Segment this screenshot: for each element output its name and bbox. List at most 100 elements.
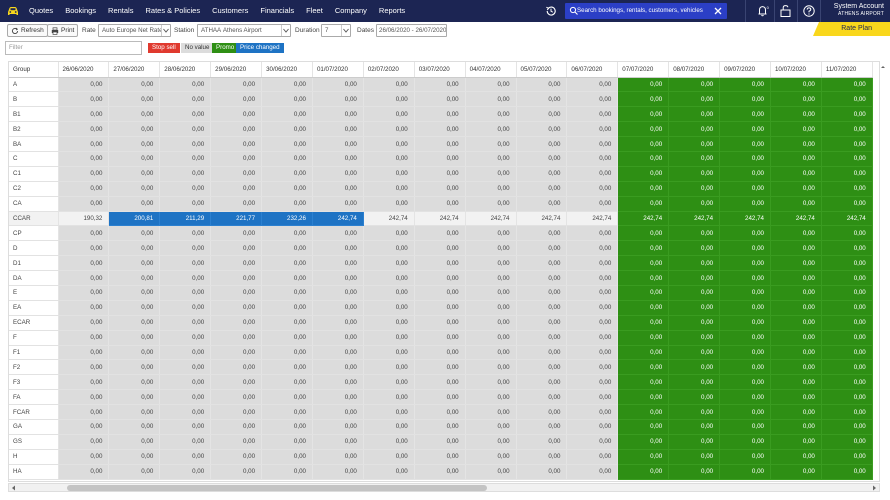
rate-cell[interactable]: 0,00 [363, 91, 415, 108]
rate-cell[interactable]: 0,00 [668, 359, 721, 376]
rate-cell[interactable]: 0,00 [668, 77, 721, 93]
rate-cell[interactable]: 0,00 [668, 255, 721, 272]
rate-cell[interactable]: 0,00 [414, 464, 466, 480]
rate-cell[interactable]: 0,00 [312, 106, 364, 123]
rate-cell[interactable]: 0,00 [312, 374, 364, 391]
rate-cell[interactable]: 0,00 [312, 270, 364, 286]
rate-cell[interactable]: 0,00 [58, 434, 110, 450]
rate-cell[interactable]: 0,00 [363, 121, 415, 138]
date-column-header[interactable]: 04/07/2020 [465, 62, 517, 78]
nav-rates-policies[interactable]: Rates & Policies [145, 0, 200, 22]
rate-cell[interactable]: 0,00 [719, 345, 771, 361]
rate-cell[interactable]: 0,00 [668, 285, 721, 301]
rate-cell[interactable]: 0,00 [770, 270, 822, 286]
rate-cell[interactable]: 0,00 [363, 240, 415, 257]
rate-cell[interactable]: 0,00 [668, 136, 721, 152]
rate-cell[interactable]: 0,00 [58, 196, 110, 212]
rate-cell[interactable]: 0,00 [719, 240, 771, 257]
rate-cell[interactable]: 0,00 [617, 359, 670, 376]
rate-cell[interactable]: 0,00 [821, 345, 873, 361]
rate-cell[interactable]: 0,00 [414, 300, 466, 316]
rate-cell[interactable]: 0,00 [821, 270, 873, 286]
rate-cell[interactable]: 0,00 [821, 315, 873, 331]
date-column-header[interactable]: 10/07/2020 [770, 62, 822, 78]
rate-cell[interactable]: 0,00 [261, 181, 313, 197]
rate-cell[interactable]: 0,00 [261, 300, 313, 316]
rate-cell[interactable]: 0,00 [719, 419, 771, 435]
rate-cell[interactable]: 0,00 [108, 196, 161, 212]
rate-cell[interactable]: 0,00 [516, 225, 568, 242]
rate-cell[interactable]: 0,00 [719, 121, 771, 138]
rate-cell[interactable]: 0,00 [414, 270, 466, 286]
rate-cell[interactable]: 0,00 [210, 151, 263, 167]
rate-cell[interactable]: 0,00 [58, 330, 110, 346]
rate-cell[interactable]: 0,00 [363, 270, 415, 286]
rate-cell[interactable]: 0,00 [312, 166, 364, 182]
nav-reports[interactable]: Reports [379, 0, 405, 22]
rate-cell[interactable]: 0,00 [566, 434, 619, 450]
rate-cell[interactable]: 0,00 [210, 434, 263, 450]
rate-cell[interactable]: 0,00 [516, 374, 568, 391]
rate-cell[interactable]: 0,00 [566, 419, 619, 435]
rate-cell[interactable]: 0,00 [770, 196, 822, 212]
rate-cell[interactable]: 242,74 [821, 211, 873, 227]
rate-cell[interactable]: 0,00 [668, 91, 721, 108]
rate-cell[interactable]: 0,00 [210, 225, 263, 242]
rate-cell[interactable]: 0,00 [516, 181, 568, 197]
rate-cell[interactable]: 0,00 [159, 77, 212, 93]
rate-cell[interactable]: 0,00 [414, 404, 466, 420]
rate-cell[interactable]: 0,00 [566, 464, 619, 480]
rate-cell[interactable]: 0,00 [414, 330, 466, 346]
rate-cell[interactable]: 0,00 [363, 166, 415, 182]
rate-cell[interactable]: 0,00 [261, 359, 313, 376]
rate-cell[interactable]: 0,00 [261, 151, 313, 167]
rate-cell[interactable]: 0,00 [516, 285, 568, 301]
rate-cell[interactable]: 0,00 [719, 196, 771, 212]
rate-cell[interactable]: 0,00 [159, 449, 212, 465]
rate-cell[interactable]: 0,00 [58, 270, 110, 286]
rate-cell[interactable]: 0,00 [617, 285, 670, 301]
account-menu[interactable]: System Account ATHENS AIRPORT [834, 3, 884, 18]
rate-cell[interactable]: 0,00 [770, 121, 822, 138]
rate-cell[interactable]: 0,00 [312, 404, 364, 420]
rate-cell[interactable]: 0,00 [210, 240, 263, 257]
rate-cell[interactable]: 0,00 [210, 91, 263, 108]
rate-cell[interactable]: 0,00 [210, 106, 263, 123]
rate-cell[interactable]: 0,00 [58, 151, 110, 167]
rate-cell[interactable]: 0,00 [617, 225, 670, 242]
rate-cell[interactable]: 0,00 [821, 300, 873, 316]
rate-cell[interactable]: 0,00 [108, 77, 161, 93]
date-column-header[interactable]: 06/07/2020 [566, 62, 619, 78]
rate-cell[interactable]: 0,00 [58, 359, 110, 376]
rate-cell[interactable]: 0,00 [617, 255, 670, 272]
rate-cell[interactable]: 0,00 [516, 91, 568, 108]
rate-cell[interactable]: 0,00 [821, 285, 873, 301]
rate-cell[interactable]: 0,00 [719, 151, 771, 167]
rate-cell[interactable]: 0,00 [108, 315, 161, 331]
rate-cell[interactable]: 0,00 [363, 464, 415, 480]
rate-cell[interactable]: 0,00 [617, 270, 670, 286]
rate-cell[interactable]: 0,00 [719, 270, 771, 286]
rate-cell[interactable]: 0,00 [108, 91, 161, 108]
rate-cell[interactable]: 0,00 [108, 225, 161, 242]
rate-cell[interactable]: 0,00 [770, 389, 822, 406]
rate-cell[interactable]: 0,00 [58, 374, 110, 391]
rate-cell[interactable]: 0,00 [363, 374, 415, 391]
rate-cell[interactable]: 0,00 [261, 196, 313, 212]
rate-cell[interactable]: 0,00 [312, 434, 364, 450]
rate-cell[interactable]: 0,00 [363, 196, 415, 212]
rate-cell[interactable]: 0,00 [821, 166, 873, 182]
rate-cell[interactable]: 0,00 [312, 359, 364, 376]
rate-cell[interactable]: 0,00 [719, 374, 771, 391]
rate-cell[interactable]: 0,00 [312, 240, 364, 257]
date-column-header[interactable]: 27/06/2020 [108, 62, 161, 78]
rate-cell[interactable]: 0,00 [58, 106, 110, 123]
rate-cell[interactable]: 0,00 [770, 404, 822, 420]
rate-cell[interactable]: 0,00 [465, 404, 517, 420]
rate-cell[interactable]: 0,00 [566, 240, 619, 257]
rate-cell[interactable]: 0,00 [821, 434, 873, 450]
rate-cell[interactable]: 0,00 [58, 166, 110, 182]
scrollbar-thumb[interactable] [67, 485, 487, 491]
rate-cell[interactable]: 0,00 [770, 151, 822, 167]
rate-cell[interactable]: 0,00 [668, 315, 721, 331]
